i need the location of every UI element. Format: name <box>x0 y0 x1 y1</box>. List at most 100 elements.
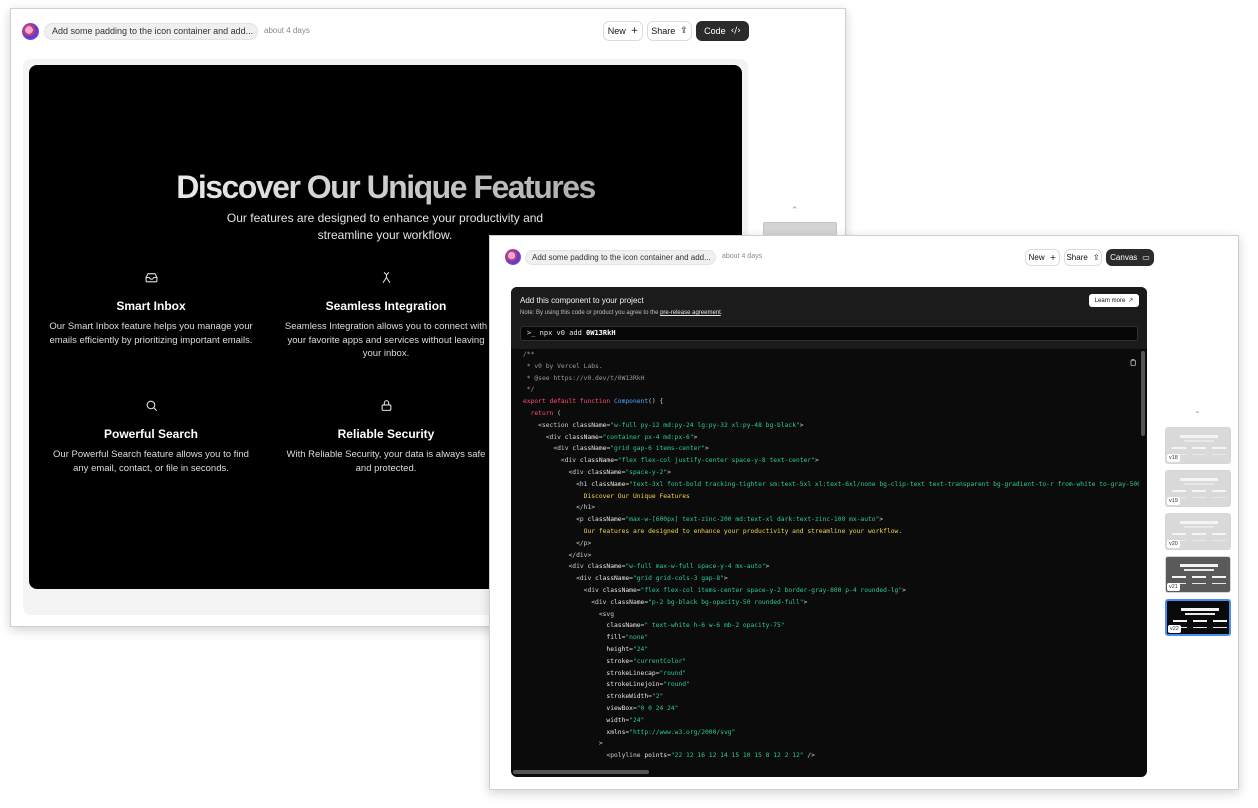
chevron-up-icon[interactable]: ⌃ <box>791 205 799 216</box>
hero-title: Discover Our Unique Features <box>29 169 742 206</box>
thumb-column <box>1212 576 1226 584</box>
code-line: <div className="w-full max-w-full space-… <box>523 563 770 571</box>
install-title: Add this component to your project <box>520 296 644 305</box>
canvas-button[interactable]: Canvas ▭ <box>1106 249 1154 266</box>
timestamp: about 4 days <box>722 253 763 260</box>
copy-icon[interactable] <box>1129 358 1137 369</box>
code-line: <h1 className="text-3xl font-bold tracki… <box>523 480 1139 488</box>
code-line: fill="none" <box>606 634 649 642</box>
new-button[interactable]: New + <box>1025 249 1060 266</box>
code-line: width="24" <box>606 716 645 724</box>
code-line: </div> <box>523 551 592 559</box>
learn-more-button[interactable]: Learn more ↗ <box>1089 294 1139 307</box>
prompt-pill[interactable]: Add some padding to the icon container a… <box>44 23 258 40</box>
code-line: strokeLinejoin="round" <box>606 681 690 689</box>
code-line: height="24" <box>606 645 649 653</box>
code-line: */ <box>523 386 535 394</box>
install-header: Add this component to your project Note:… <box>511 287 1147 349</box>
thumb-column <box>1192 533 1206 541</box>
share-button-label: Share <box>1066 253 1088 262</box>
avatar[interactable] <box>22 23 39 40</box>
share-button-label: Share <box>651 26 676 36</box>
feature-description: With Reliable Security, your data is alw… <box>286 449 486 474</box>
code-line: xmlns="http://www.w3.org/2000/svg" <box>606 728 736 736</box>
thumb-column <box>1192 576 1206 584</box>
code-line: <div className="p-2 bg-black bg-opacity-… <box>523 598 808 606</box>
code-line: Discover Our Unique Features <box>523 492 690 500</box>
version-thumbnail[interactable]: v19 <box>1165 470 1231 507</box>
timestamp: about 4 days <box>264 26 310 35</box>
version-badge: v22 <box>1168 625 1181 633</box>
feature-title: Reliable Security <box>337 427 435 441</box>
code-line: <p className="max-w-[600px] text-zinc-20… <box>523 516 884 524</box>
thumb-title-line <box>1180 521 1218 524</box>
code-line: <div className="flex flex-col justify-ce… <box>523 457 819 465</box>
code-line: /** <box>523 351 535 358</box>
feature-description: Our Powerful Search feature allows you t… <box>53 449 249 474</box>
code-line: </p> <box>523 539 592 547</box>
avatar[interactable] <box>505 249 521 265</box>
pre-release-agreement-link[interactable]: pre-release agreement <box>660 310 721 316</box>
feature-powerful-search: Powerful Search Our Powerful Search feat… <box>46 399 256 475</box>
thumb-subtitle-line <box>1184 440 1214 442</box>
version-thumbnail[interactable]: v18 <box>1165 427 1231 464</box>
code-line: <div className="grid grid-cols-3 gap-8"> <box>523 575 728 583</box>
code-line: viewBox="0 0 24 24" <box>606 704 679 712</box>
thumb-title-line <box>1180 478 1218 481</box>
vertical-scrollbar[interactable] <box>1141 351 1145 436</box>
new-button-label: New <box>607 26 626 36</box>
code-line: strokeLinecap="round" <box>606 669 687 677</box>
chevron-up-icon[interactable]: ⌃ <box>1194 410 1201 419</box>
code-line: export default function Component() { <box>523 398 664 406</box>
code-line: Our features are designed to enhance you… <box>523 527 903 535</box>
horizontal-scrollbar[interactable] <box>513 770 649 774</box>
new-button-label: New <box>1028 253 1045 262</box>
share-button[interactable]: Share ⇪ <box>647 21 692 41</box>
thumb-subtitle-line <box>1184 569 1214 571</box>
code-line: > <box>523 740 603 748</box>
new-button[interactable]: New + <box>603 21 643 41</box>
code-line: <polyline points="22 12 16 12 14 15 10 1… <box>523 752 815 760</box>
feature-title: Smart Inbox <box>116 299 186 313</box>
code-line: <svg <box>523 610 614 618</box>
share-button[interactable]: Share ⇪ <box>1064 249 1102 266</box>
version-thumbnail[interactable] <box>763 222 837 236</box>
feature-seamless-integration: Seamless Integration Seamless Integratio… <box>281 271 491 361</box>
inbox-icon <box>46 271 256 287</box>
thumb-column <box>1193 620 1207 628</box>
feature-description: Our Smart Inbox feature helps you manage… <box>49 321 253 346</box>
code-line: </h1> <box>523 504 596 512</box>
thumb-column <box>1192 447 1206 455</box>
merge-icon <box>281 271 491 287</box>
code-window: Add some padding to the icon container a… <box>489 235 1239 790</box>
code-topbar: Add some padding to the icon container a… <box>490 236 1238 280</box>
feature-description: Seamless Integration allows you to conne… <box>284 321 488 359</box>
thumb-subtitle-line <box>1185 613 1215 615</box>
thumb-title-line <box>1180 435 1218 438</box>
thumb-subtitle-line <box>1184 526 1214 528</box>
thumb-column <box>1213 620 1227 628</box>
arrow-up-right-icon: ↗ <box>1128 297 1134 304</box>
code-editor[interactable]: /** * v0 by Vercel Labs. * @see https://… <box>511 349 1139 769</box>
plus-icon: + <box>1049 253 1057 262</box>
code-line: * v0 by Vercel Labs. <box>523 362 603 370</box>
code-line: stroke="currentColor" <box>606 657 687 665</box>
version-thumbnail[interactable]: v22 <box>1165 599 1231 636</box>
learn-more-label: Learn more <box>1094 297 1126 304</box>
thumb-column <box>1212 447 1226 455</box>
terminal-icon: >_ <box>527 329 536 337</box>
code-line: <div className="flex flex-col items-cent… <box>523 586 906 594</box>
version-thumbnail[interactable]: v21 <box>1165 556 1231 593</box>
share-icon: ⇪ <box>680 26 688 36</box>
version-thumbnail[interactable]: v20 <box>1165 513 1231 550</box>
code-button-label: Code <box>704 26 726 36</box>
search-icon <box>46 399 256 415</box>
code-line: <section className="w-full py-12 md:py-2… <box>523 421 804 429</box>
code-icon: ‹/› <box>730 26 741 36</box>
note-suffix: . <box>720 310 723 316</box>
prompt-pill[interactable]: Add some padding to the icon container a… <box>525 250 716 265</box>
code-button[interactable]: Code ‹/› <box>696 21 749 41</box>
code-panel: Add this component to your project Note:… <box>511 287 1147 777</box>
install-command[interactable]: >_ npx v0 add 0W13RkH <box>520 326 1138 341</box>
code-line: <div className="container px-4 md:px-6"> <box>523 433 698 441</box>
